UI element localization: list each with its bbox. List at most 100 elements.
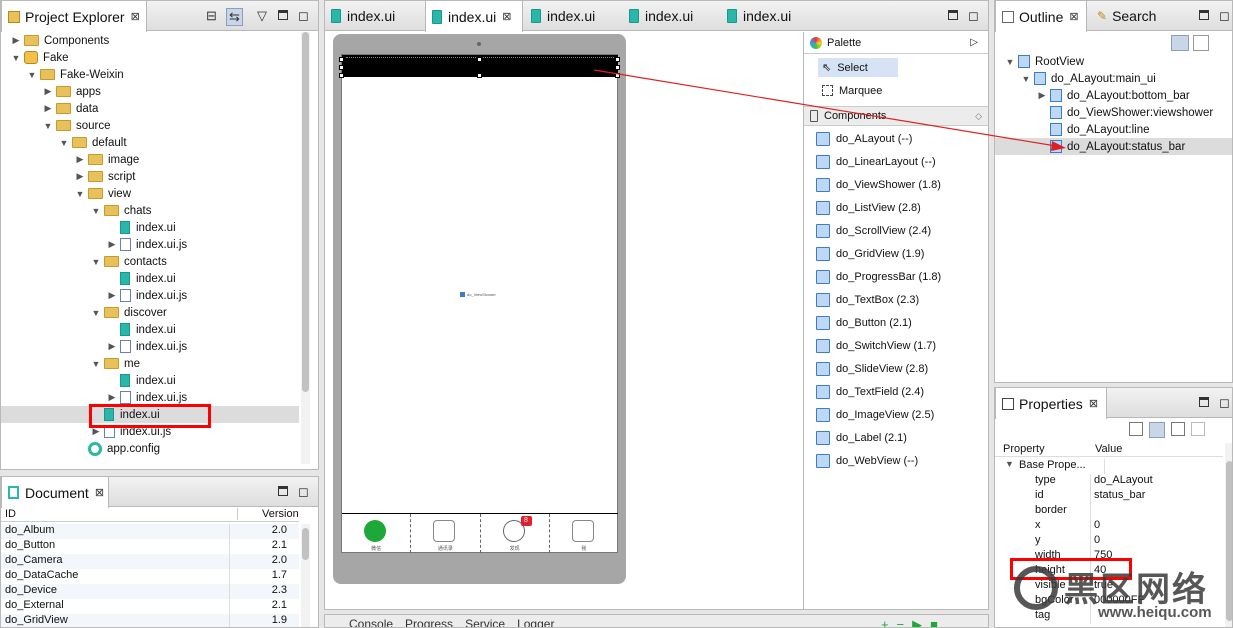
palette-component-item[interactable]: do_ViewShower (1.8) [816, 175, 941, 195]
outline-tree-item[interactable]: do_ViewShower:viewshower [995, 104, 1232, 121]
property-value[interactable]: status_bar [1091, 489, 1145, 504]
collapsed-arrow-icon[interactable]: ▶ [75, 154, 85, 165]
minimize-icon[interactable] [278, 484, 288, 499]
marquee-tool[interactable]: Marquee [818, 81, 882, 100]
close-icon[interactable]: ⊠ [1069, 10, 1078, 23]
project-tree-item[interactable]: ▼ contacts [91, 253, 167, 270]
property-value[interactable]: do_ALayout [1091, 474, 1153, 489]
collapsed-arrow-icon[interactable]: ▶ [43, 86, 53, 97]
selection-handle[interactable] [615, 65, 620, 70]
minimize-icon[interactable] [1199, 395, 1209, 410]
outline-tree-item[interactable]: ▶ do_ALayout:bottom_bar [995, 87, 1232, 104]
column-version[interactable]: Version [237, 508, 299, 520]
collapsed-arrow-icon[interactable]: ▶ [11, 35, 21, 46]
selection-handle[interactable] [477, 57, 482, 62]
group-arrow-icon[interactable]: ▼ [995, 459, 1014, 474]
close-icon[interactable]: ⊠ [1089, 397, 1098, 410]
property-row[interactable]: y0 [995, 534, 1223, 549]
selection-handle[interactable] [477, 73, 482, 78]
project-tree-item[interactable]: ▼ source [43, 117, 111, 134]
project-tree-item[interactable]: app.config [75, 440, 160, 457]
table-row[interactable]: do_Camera 2.0 [1, 554, 299, 569]
palette-component-item[interactable]: do_TextBox (2.3) [816, 290, 919, 310]
editor-tab[interactable]: index.ui [325, 1, 423, 31]
column-property[interactable]: Property [1003, 443, 1045, 455]
palette-component-item[interactable]: do_Button (2.1) [816, 313, 912, 333]
project-tree-item[interactable]: ▶ index.ui.js [107, 236, 187, 253]
collapsed-arrow-icon[interactable]: ▶ [107, 392, 117, 403]
palette-component-item[interactable]: do_ScrollView (2.4) [816, 221, 931, 241]
bottom-tab-chats[interactable]: 微信 [342, 514, 412, 553]
project-tree-item[interactable]: index.ui [107, 321, 176, 338]
expanded-arrow-icon[interactable]: ▼ [11, 53, 21, 63]
tab-console[interactable]: Console [349, 617, 393, 627]
bottom-tab-discover[interactable]: 8 发现 [481, 514, 550, 553]
collapsed-arrow-icon[interactable]: ▶ [107, 341, 117, 352]
project-tree-item[interactable]: index.ui [107, 219, 176, 236]
outline-tree-item[interactable]: do_ALayout:status_bar [995, 138, 1232, 155]
expanded-arrow-icon[interactable]: ▼ [59, 138, 69, 148]
collapsed-arrow-icon[interactable]: ▶ [75, 171, 85, 182]
drawer-options-icon[interactable]: ◇ [975, 111, 982, 122]
project-tree-item[interactable]: ▶ index.ui.js [107, 287, 187, 304]
device-screen[interactable]: do_ViewShower 微信 通讯录 8 发现 我 [339, 54, 620, 553]
expanded-arrow-icon[interactable]: ▼ [91, 257, 101, 267]
project-tree-item[interactable]: ▶ image [75, 151, 140, 168]
outline-tree-item[interactable]: ▼ RootView [995, 53, 1232, 70]
tab-project-explorer[interactable]: Project Explorer ⊠ [1, 1, 147, 32]
add-icon[interactable]: + [881, 617, 889, 627]
overview-icon[interactable] [1193, 35, 1209, 51]
maximize-icon[interactable]: ◻ [1219, 8, 1230, 24]
maximize-icon[interactable]: ◻ [298, 8, 309, 24]
property-row[interactable]: type do_ALayout [995, 474, 1223, 489]
tree-view-icon[interactable] [1171, 35, 1189, 51]
property-row[interactable]: border [995, 504, 1223, 519]
table-row[interactable]: do_External 2.1 [1, 599, 299, 614]
project-tree-item[interactable]: ▼ chats [91, 202, 152, 219]
palette-component-item[interactable]: do_SwitchView (1.7) [816, 336, 936, 356]
palette-component-item[interactable]: do_WebView (--) [816, 451, 918, 471]
bottom-tab-me[interactable]: 我 [550, 514, 618, 553]
table-row[interactable]: do_Album 2.0 [1, 524, 299, 539]
table-row[interactable]: do_Button 2.1 [1, 539, 299, 554]
expanded-arrow-icon[interactable]: ▼ [91, 206, 101, 216]
collapse-palette-icon[interactable]: ▷ [970, 37, 978, 48]
selection-handle[interactable] [615, 73, 620, 78]
expanded-arrow-icon[interactable]: ▼ [43, 121, 53, 131]
restore-default-icon[interactable] [1191, 422, 1205, 436]
scroll-thumb[interactable] [302, 528, 309, 560]
tab-properties[interactable]: Properties ⊠ [995, 388, 1107, 419]
property-value[interactable] [1091, 504, 1094, 519]
selection-handle[interactable] [339, 73, 344, 78]
project-tree-item[interactable]: ▶ Components [11, 32, 110, 49]
project-tree-item[interactable]: ▶ script [75, 168, 136, 185]
editor-tab[interactable]: index.ui ⊠ [425, 1, 523, 32]
bottom-tab-contacts[interactable]: 通讯录 [411, 514, 481, 553]
minimize-icon[interactable] [948, 8, 958, 23]
project-tree-item[interactable]: index.ui [107, 372, 176, 389]
project-tree-item[interactable]: ▶ data [43, 100, 99, 117]
tab-outline[interactable]: Outline ⊠ [995, 1, 1087, 32]
categories-icon[interactable] [1149, 422, 1165, 438]
selection-handle[interactable] [339, 57, 344, 62]
properties-group-row[interactable]: ▼ Base Prope... [995, 459, 1223, 474]
project-tree-item[interactable]: index.ui [107, 270, 176, 287]
bottom-bar[interactable]: 微信 通讯录 8 发现 我 [342, 513, 618, 553]
tab-progress[interactable]: Progress [405, 617, 453, 627]
property-row[interactable]: id status_bar [995, 489, 1223, 504]
editor-tab[interactable]: index.ui [721, 1, 819, 31]
project-tree-item[interactable]: ▶ index.ui.js [107, 338, 187, 355]
viewshower-placeholder[interactable]: do_ViewShower [460, 292, 496, 297]
stop-icon[interactable]: ■ [930, 617, 938, 627]
column-id[interactable]: ID [5, 508, 16, 520]
link-editor-icon[interactable]: ⇆ [226, 8, 243, 26]
outline-tree-item[interactable]: do_ALayout:line [995, 121, 1232, 138]
expanded-arrow-icon[interactable]: ▼ [1021, 74, 1031, 84]
project-tree-item[interactable]: ▼ me [91, 355, 140, 372]
maximize-icon[interactable]: ◻ [968, 8, 979, 24]
remove-icon[interactable]: − [897, 617, 905, 627]
editor-tab[interactable]: index.ui [623, 1, 721, 31]
table-row[interactable]: do_Device 2.3 [1, 584, 299, 599]
project-tree-item[interactable]: ▼ discover [91, 304, 167, 321]
property-value[interactable]: 0 [1091, 519, 1100, 534]
